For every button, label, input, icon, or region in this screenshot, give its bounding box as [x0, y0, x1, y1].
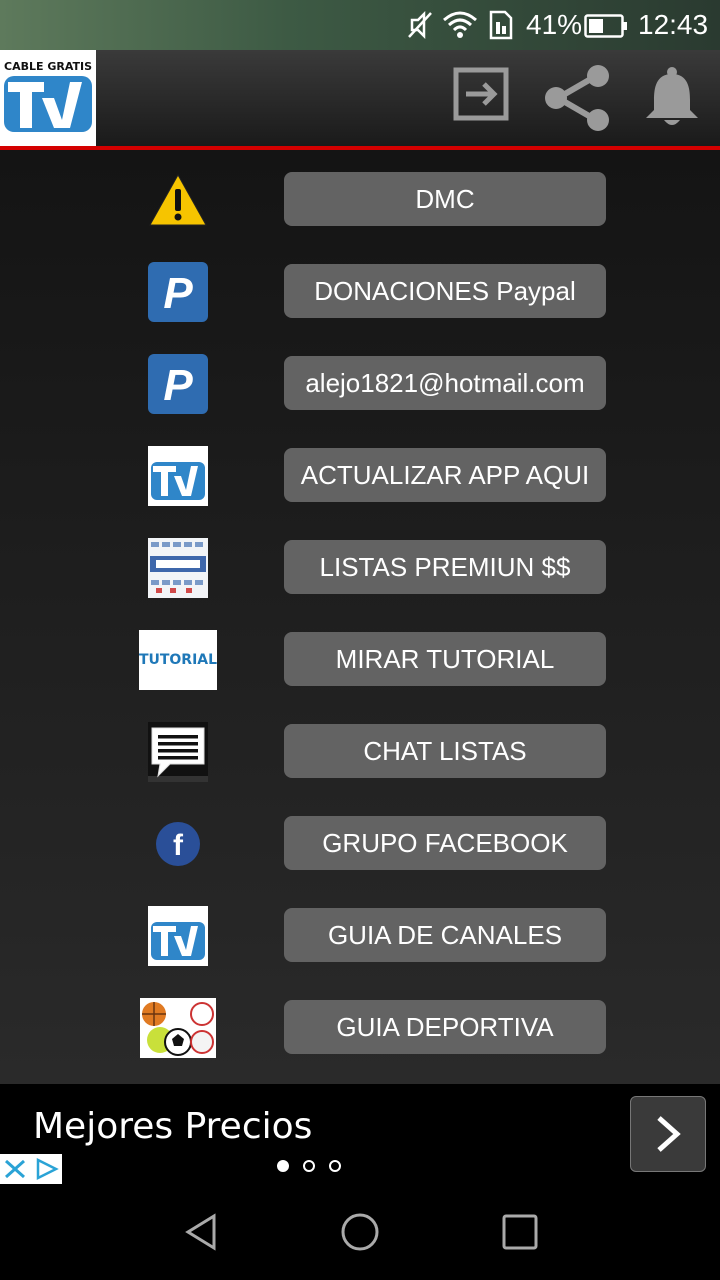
email-button[interactable]: alejo1821@hotmail.com — [284, 356, 606, 410]
adchoices-icon[interactable] — [0, 1154, 62, 1184]
menu-item-email: P alejo1821@hotmail.com — [0, 354, 720, 414]
clock: 12:43 — [638, 9, 709, 40]
menu-item-actualizar: ACTUALIZAR APP AQUI — [0, 446, 720, 506]
chevron-right-icon — [657, 1116, 681, 1152]
battery-percent: 41% — [526, 9, 583, 40]
menu-item-tutorial: TUTORIAL MIRAR TUTORIAL — [0, 630, 720, 690]
back-icon[interactable] — [182, 1212, 222, 1252]
app-bar: CABLE GRATIS — [0, 50, 720, 150]
page-dot — [277, 1160, 289, 1172]
listas-premium-button[interactable]: LISTAS PREMIUN $$ — [284, 540, 606, 594]
andres-tv-icon — [140, 536, 216, 600]
bell-icon[interactable] — [644, 66, 700, 128]
tutorial-icon: TUTORIAL — [138, 628, 218, 692]
mute-icon — [408, 10, 432, 40]
wifi-icon — [443, 11, 477, 38]
mirar-tutorial-button[interactable]: MIRAR TUTORIAL — [284, 632, 606, 686]
menu-item-guia-canales: GUIA DE CANALES — [0, 906, 720, 966]
home-icon[interactable] — [340, 1212, 380, 1252]
svg-text:P: P — [163, 269, 193, 318]
app-logo-icon — [140, 444, 216, 508]
menu-item-guia-deportiva: GUIA DEPORTIVA — [0, 998, 720, 1058]
recents-icon[interactable] — [500, 1212, 540, 1252]
app-logo-icon — [140, 904, 216, 968]
tutorial-icon-text: TUTORIAL — [138, 652, 218, 668]
guia-canales-button[interactable]: GUIA DE CANALES — [284, 908, 606, 962]
tv-logo-icon — [4, 76, 92, 132]
chat-listas-button[interactable]: CHAT LISTAS — [284, 724, 606, 778]
ad-banner[interactable]: Mejores Precios — [0, 1084, 720, 1184]
share-icon[interactable] — [542, 64, 612, 134]
menu-item-listas-premium: LISTAS PREMIUN $$ — [0, 538, 720, 598]
navigation-bar — [0, 1184, 720, 1280]
battery-icon — [584, 14, 627, 38]
ad-next-button[interactable] — [630, 1096, 706, 1172]
paypal-icon: P — [140, 260, 216, 324]
menu-item-donaciones: P DONACIONES Paypal — [0, 262, 720, 322]
app-logo: CABLE GRATIS — [0, 50, 96, 146]
ad-text[interactable]: Mejores Precios — [33, 1106, 312, 1147]
grupo-facebook-button[interactable]: GRUPO FACEBOOK — [284, 816, 606, 870]
chat-icon — [140, 720, 216, 784]
ad-page-indicator — [277, 1160, 341, 1172]
sports-balls-icon — [140, 996, 216, 1060]
page-dot — [329, 1160, 341, 1172]
dmc-button[interactable]: DMC — [284, 172, 606, 226]
paypal-icon: P — [140, 352, 216, 416]
page-dot — [303, 1160, 315, 1172]
svg-text:f: f — [173, 829, 184, 862]
donaciones-paypal-button[interactable]: DONACIONES Paypal — [284, 264, 606, 318]
menu-item-facebook: f GRUPO FACEBOOK — [0, 816, 720, 872]
sim-icon — [489, 10, 513, 40]
exit-icon[interactable] — [452, 64, 510, 124]
guia-deportiva-button[interactable]: GUIA DEPORTIVA — [284, 1000, 606, 1054]
menu-list: DMC P DONACIONES Paypal P alejo1821@hotm… — [0, 150, 720, 1084]
facebook-icon: f — [140, 812, 216, 876]
svg-text:P: P — [163, 361, 193, 410]
menu-item-dmc: DMC — [0, 172, 720, 228]
menu-item-chat: CHAT LISTAS — [0, 722, 720, 782]
logo-text: CABLE GRATIS — [4, 60, 92, 73]
status-bar: 41% 12:43 — [0, 0, 720, 50]
warning-icon — [140, 168, 216, 232]
actualizar-app-button[interactable]: ACTUALIZAR APP AQUI — [284, 448, 606, 502]
